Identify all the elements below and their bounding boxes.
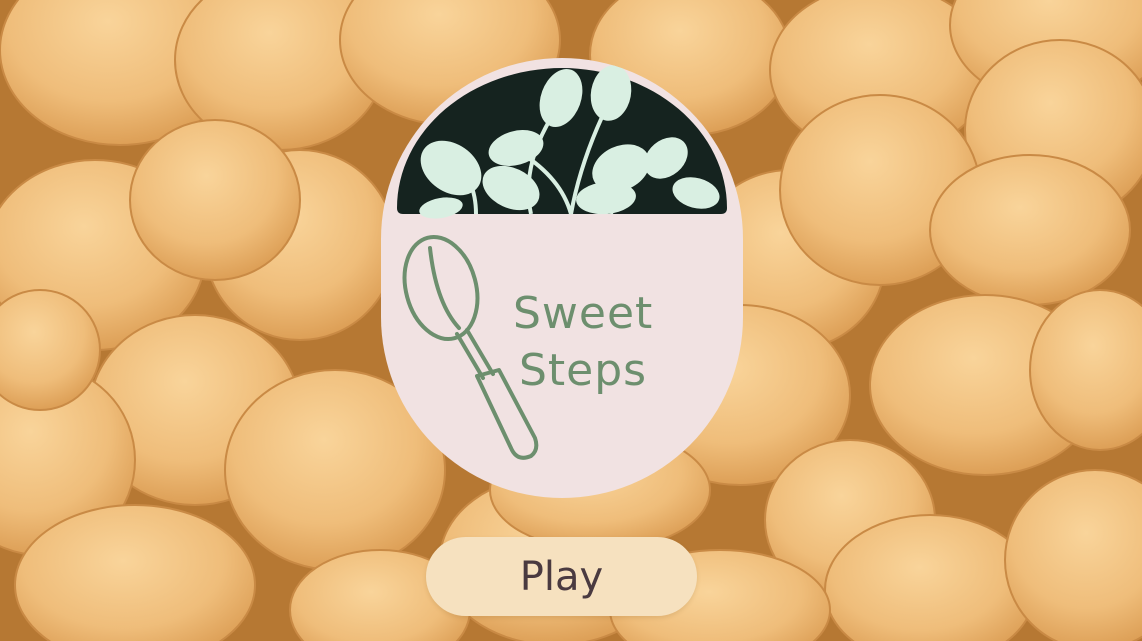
cookie	[129, 119, 301, 281]
title-screen: Sweet Steps Play	[0, 0, 1142, 641]
logo-title-line2: Steps	[519, 345, 647, 396]
logo-title-line1: Sweet	[513, 288, 653, 339]
play-button[interactable]: Play	[426, 537, 697, 616]
sweet-steps-logo: Sweet Steps	[381, 58, 743, 498]
cookie	[929, 154, 1131, 306]
